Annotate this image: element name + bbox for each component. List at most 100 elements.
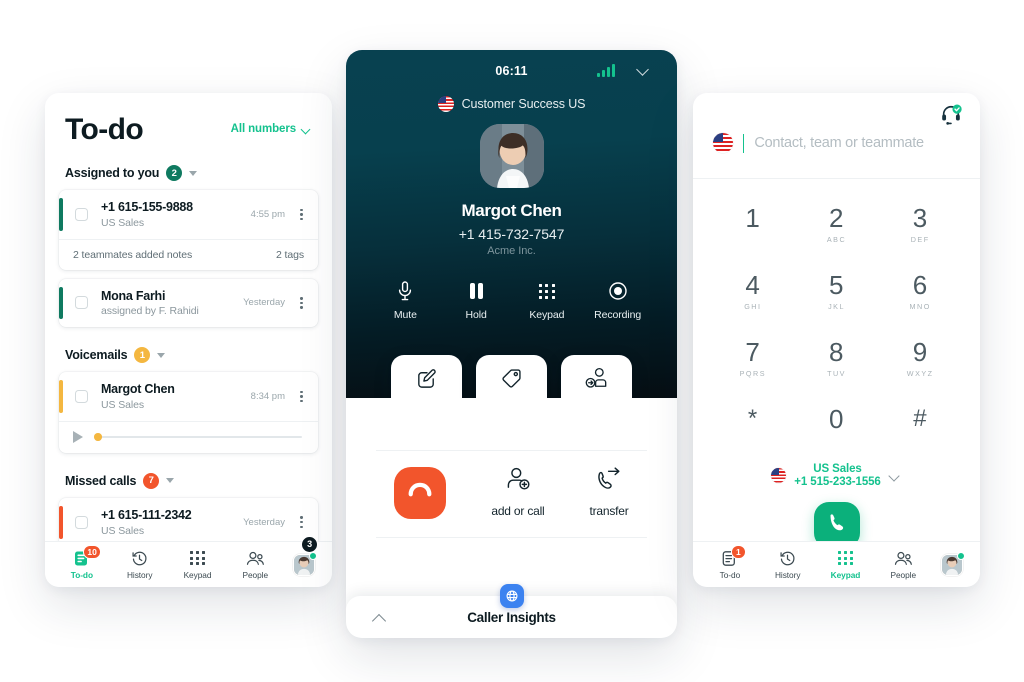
- nav-item-history[interactable]: History: [762, 550, 814, 580]
- online-status-dot: [956, 552, 965, 560]
- section-header-voicemails[interactable]: Voicemails 1: [45, 347, 332, 364]
- row-menu-icon[interactable]: [295, 297, 308, 309]
- section-count-badge: 7: [143, 472, 160, 489]
- voicemail-card[interactable]: Margot Chen US Sales 8:34 pm: [59, 372, 318, 453]
- row-checkbox[interactable]: [75, 390, 88, 404]
- add-person-icon: [505, 467, 531, 496]
- nav-item-todo[interactable]: 1 To-do: [704, 544, 756, 580]
- mute-button[interactable]: Mute: [377, 281, 433, 321]
- nav-item-profile[interactable]: [935, 552, 969, 576]
- search-input[interactable]: Contact, team or teammate: [713, 133, 960, 153]
- row-notes-bar[interactable]: 2 teammates added notes 2 tags: [59, 238, 318, 270]
- nav-item-keypad[interactable]: Keypad: [819, 550, 871, 580]
- dialpad-key-4[interactable]: 4 GHI: [711, 258, 795, 325]
- nav-label: People: [890, 569, 917, 580]
- call-dark-area: 06:11 Customer Success US Margot Chen +1…: [346, 50, 677, 398]
- todo-card[interactable]: +1 615-155-9888 US Sales 4:55 pm 2 teamm…: [59, 190, 318, 270]
- action-label: Mute: [393, 309, 417, 321]
- pause-icon: [469, 281, 484, 301]
- dialpad-key-8[interactable]: 8 TUV: [795, 325, 879, 392]
- dialpad-key-5[interactable]: 5 JKL: [795, 258, 879, 325]
- call-bottom-actions: add or call transfer: [346, 451, 677, 537]
- dialpad-key-1[interactable]: 1: [711, 191, 795, 258]
- key-number: 4: [745, 270, 761, 300]
- key-number: 2: [829, 203, 844, 233]
- add-or-call-button[interactable]: add or call: [491, 467, 545, 519]
- dialpad-key-2[interactable]: 2 ABC: [795, 191, 879, 258]
- dialpad-key-7[interactable]: 7 PQRS: [711, 325, 795, 392]
- key-letters: PQRS: [739, 369, 767, 378]
- table-row[interactable]: +1 615-155-9888 US Sales 4:55 pm: [59, 190, 318, 239]
- avatar[interactable]: [941, 552, 965, 576]
- voicemail-player[interactable]: [59, 420, 318, 453]
- dialpad-key-hash[interactable]: #: [878, 392, 962, 459]
- table-row[interactable]: +1 615-111-2342 US Sales Yesterday: [59, 498, 318, 547]
- transfer-call-icon: [596, 467, 622, 496]
- row-checkbox[interactable]: [75, 296, 88, 310]
- row-menu-icon[interactable]: [295, 208, 308, 221]
- nav-item-profile[interactable]: 3: [287, 535, 321, 576]
- dialpad-key-9[interactable]: 9 WXYZ: [878, 325, 962, 392]
- table-row[interactable]: Mona Farhi assigned by F. Rahidi Yesterd…: [59, 279, 318, 328]
- record-circle-icon: [608, 281, 627, 301]
- caller-id-selector[interactable]: US Sales +1 515-233-1556: [693, 463, 980, 488]
- keypad-button[interactable]: Keypad: [519, 281, 575, 321]
- chevron-up-icon[interactable]: [370, 612, 392, 624]
- bottom-action-label: transfer: [589, 504, 629, 519]
- row-checkbox[interactable]: [75, 207, 88, 221]
- nav-item-people[interactable]: People: [877, 550, 929, 580]
- caller-insights-bar[interactable]: Caller Insights: [346, 584, 677, 638]
- row-info: Mona Farhi assigned by F. Rahidi: [101, 289, 243, 318]
- avatar[interactable]: 3: [293, 535, 319, 576]
- us-flag-icon[interactable]: [713, 133, 733, 153]
- dialpad-key-0[interactable]: 0: [795, 392, 879, 459]
- bottom-action-label: add or call: [491, 504, 545, 519]
- todo-header: To-do All numbers: [45, 93, 332, 145]
- hangup-button[interactable]: [394, 466, 447, 519]
- dialpad-row: 7 PQRS 8 TUV 9 WXYZ: [711, 325, 962, 392]
- row-menu-icon[interactable]: [295, 516, 308, 528]
- missed-call-card[interactable]: +1 615-111-2342 US Sales Yesterday: [59, 497, 318, 547]
- row-menu-icon[interactable]: [295, 390, 308, 403]
- row-title: +1 615-155-9888: [101, 200, 193, 214]
- voicemail-progress-handle[interactable]: [94, 433, 102, 441]
- keypad-dots-icon: [538, 281, 555, 301]
- caller-id-text: US Sales +1 515-233-1556: [794, 463, 881, 488]
- key-number: 8: [829, 337, 844, 367]
- dialpad-key-6[interactable]: 6 MNO: [878, 258, 962, 325]
- nav-item-history[interactable]: History: [114, 550, 166, 580]
- all-numbers-label: All numbers: [230, 123, 296, 135]
- recording-button[interactable]: Recording: [590, 281, 646, 321]
- todo-card[interactable]: Mona Farhi assigned by F. Rahidi Yesterd…: [59, 278, 318, 328]
- transfer-button[interactable]: transfer: [589, 467, 629, 519]
- all-numbers-filter[interactable]: All numbers: [231, 123, 312, 135]
- section-header-missed[interactable]: Missed calls 7: [45, 472, 332, 489]
- insights-globe-icon: [499, 584, 524, 608]
- keypad-dots-icon: [190, 550, 205, 567]
- row-title: Margot Chen: [101, 382, 175, 397]
- play-icon[interactable]: [73, 430, 83, 443]
- chevron-down-icon[interactable]: [636, 65, 651, 74]
- dialpad-row: 1 2 ABC 3 DEF: [711, 191, 962, 258]
- chevron-down-icon: [889, 472, 902, 480]
- row-checkbox[interactable]: [75, 515, 88, 529]
- headset-available-icon[interactable]: [940, 104, 962, 126]
- hold-button[interactable]: Hold: [448, 281, 504, 321]
- nav-item-people[interactable]: People: [229, 550, 281, 580]
- voicemail-progress-track[interactable]: [94, 433, 302, 441]
- section-label: Missed calls: [65, 473, 137, 488]
- status-stripe: [59, 380, 63, 413]
- dialer-panel: Contact, team or teammate 1 2 ABC 3 DEF …: [693, 93, 980, 587]
- row-time: Yesterday: [243, 516, 285, 528]
- call-status-bar: 06:11: [346, 50, 677, 92]
- table-row[interactable]: Margot Chen US Sales 8:34 pm: [59, 372, 318, 421]
- key-number: #: [913, 405, 928, 432]
- people-icon: [894, 550, 913, 567]
- nav-item-todo[interactable]: 10 To-do: [56, 544, 108, 580]
- dialpad-key-star[interactable]: *: [711, 392, 795, 459]
- action-label: Recording: [594, 309, 642, 321]
- nav-item-keypad[interactable]: Keypad: [171, 550, 223, 580]
- section-header-assigned[interactable]: Assigned to you 2: [45, 165, 332, 181]
- key-letters: JKL: [828, 302, 845, 311]
- dialpad-key-3[interactable]: 3 DEF: [878, 191, 962, 258]
